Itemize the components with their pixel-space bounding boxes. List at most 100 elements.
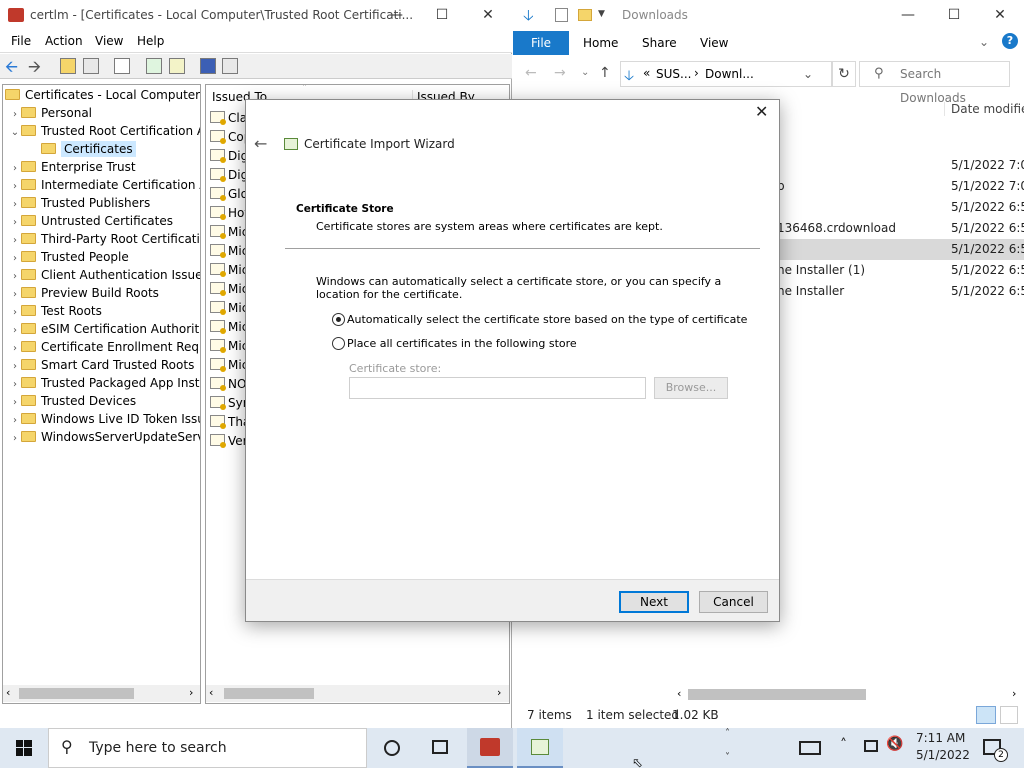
maximize-button[interactable]: ☐ (419, 0, 465, 31)
large-icons-view-button[interactable] (1000, 706, 1018, 724)
taskbar-time[interactable]: 7:11 AM (916, 731, 965, 745)
taskbar-scroll-up-icon[interactable]: ˄ (725, 728, 730, 739)
tree-item[interactable]: ⌄ Trusted Root Certification Au (9, 122, 200, 142)
tree-horizontal-scrollbar[interactable]: ‹ › (3, 685, 200, 702)
scroll-left-icon[interactable]: ‹ (209, 686, 213, 699)
explorer-scroll-thumb[interactable] (688, 689, 866, 700)
show-hidden-icons-icon[interactable]: ˄ (840, 737, 847, 753)
scroll-left-icon[interactable]: ‹ (677, 687, 681, 700)
expand-chevron-icon[interactable]: › (9, 430, 21, 448)
certificate-list-row[interactable]: NO (210, 375, 246, 394)
taskbar-search-box[interactable]: ⚲ Type here to search (48, 728, 367, 768)
breadcrumb-user[interactable]: SUS... (656, 67, 691, 81)
cortana-circle-icon[interactable] (384, 740, 400, 756)
tree-item[interactable]: › Trusted People (9, 248, 129, 266)
expand-chevron-icon[interactable]: ⌄ (9, 124, 21, 142)
certificate-list-row[interactable]: Mic (210, 223, 248, 242)
tree-item[interactable]: › Certificate Enrollment Reque (9, 338, 200, 356)
breadcrumb-overflow-icon[interactable]: « (643, 66, 650, 80)
column-header-date-modified[interactable]: Date modified (944, 102, 1024, 116)
certificate-list-row[interactable]: Cla (210, 109, 247, 128)
auto-select-radio[interactable] (332, 313, 345, 326)
ribbon-tab-share[interactable]: Share (642, 36, 677, 50)
list-horizontal-scrollbar[interactable]: ‹ › (206, 685, 509, 702)
tree-item[interactable]: › Trusted Devices (9, 392, 136, 410)
certificate-list-row[interactable]: Ver (210, 432, 248, 451)
tree-item[interactable]: › Client Authentication Issuers (9, 266, 200, 284)
certificate-list-row[interactable]: Mic (210, 356, 248, 375)
ribbon-expand-icon[interactable]: ⌄ (979, 35, 989, 49)
certificate-list-row[interactable]: Mic (210, 337, 248, 356)
tree-item[interactable]: › Third-Party Root Certification (9, 230, 200, 248)
up-folder-icon[interactable] (60, 58, 76, 74)
task-view-icon[interactable] (432, 740, 448, 754)
scroll-right-icon[interactable]: › (189, 686, 193, 699)
breadcrumb-downloads[interactable]: Downl... (705, 67, 754, 81)
explorer-close-button[interactable]: ✕ (977, 0, 1023, 31)
tree-item[interactable]: Certificates - Local Computer (5, 86, 200, 104)
nav-forward-icon[interactable]: → (554, 65, 566, 81)
back-arrow-icon[interactable]: 🡨 (5, 56, 18, 83)
start-windows-icon[interactable] (16, 740, 32, 756)
certificate-list-row[interactable]: Mic (210, 318, 248, 337)
tree-item[interactable]: ›Trusted Packaged App Installa (9, 374, 200, 392)
menu-file[interactable]: File (11, 34, 31, 48)
network-icon[interactable] (864, 740, 878, 752)
details-view-button[interactable] (976, 706, 996, 724)
minimize-button[interactable]: — (373, 0, 419, 31)
input-indicator-icon[interactable] (799, 741, 821, 755)
new-folder-icon[interactable] (578, 9, 592, 21)
scroll-right-icon[interactable]: › (1012, 687, 1016, 700)
properties-check-icon[interactable] (555, 8, 568, 22)
tree-item[interactable]: Certificates (29, 140, 136, 158)
certificate-list-row[interactable]: Glo (210, 185, 248, 204)
refresh-icon[interactable] (146, 58, 162, 74)
certificate-list-row[interactable]: Dig (210, 147, 248, 166)
forward-arrow-icon[interactable]: 🡪 (28, 56, 41, 83)
close-icon[interactable]: ✕ (755, 102, 768, 121)
menu-help[interactable]: Help (137, 34, 164, 48)
action-pane-icon[interactable] (222, 58, 238, 74)
certificate-list-row[interactable]: Mic (210, 280, 248, 299)
auto-select-label[interactable]: Automatically select the certificate sto… (347, 313, 747, 326)
tree-item[interactable]: › Untrusted Certificates (9, 212, 173, 230)
list-scroll-thumb[interactable] (224, 688, 314, 699)
volume-muted-icon[interactable]: 🔇 (886, 736, 903, 752)
certificate-store-field[interactable] (349, 377, 646, 399)
certificate-list-row[interactable]: Mic (210, 299, 248, 318)
tree-item[interactable]: › Enterprise Trust (9, 158, 136, 176)
properties-icon[interactable] (114, 58, 130, 74)
refresh-button[interactable]: ↻ (832, 61, 856, 87)
taskbar-scroll-down-icon[interactable]: ˅ (725, 752, 730, 763)
quick-access-dropdown-icon[interactable]: ▼ (598, 9, 605, 19)
show-hide-tree-icon[interactable] (83, 58, 99, 74)
certificate-list-row[interactable]: Mic (210, 261, 248, 280)
cancel-button[interactable]: Cancel (699, 591, 768, 613)
export-list-icon[interactable] (169, 58, 185, 74)
taskbar-date[interactable]: 5/1/2022 (916, 748, 970, 762)
help-icon[interactable] (200, 58, 216, 74)
close-button[interactable]: ✕ (465, 0, 511, 31)
ribbon-tab-file[interactable]: File (513, 31, 569, 55)
tree-item[interactable]: › Test Roots (9, 302, 102, 320)
taskbar-app-certlm[interactable] (467, 728, 513, 768)
help-question-icon[interactable]: ? (1002, 33, 1018, 49)
wizard-back-icon[interactable]: ← (254, 134, 267, 153)
menu-view[interactable]: View (95, 34, 123, 48)
address-dropdown-icon[interactable]: ⌄ (803, 67, 813, 81)
nav-back-icon[interactable]: ← (525, 65, 537, 81)
nav-up-icon[interactable]: ↑ (599, 65, 611, 81)
search-downloads-input[interactable]: ⚲ Search Downloads (859, 61, 1010, 105)
tree-item[interactable]: › Personal (9, 104, 92, 122)
explorer-minimize-button[interactable]: — (885, 0, 931, 31)
address-field[interactable]: 🡣 « SUS... › Downl... ⌄ (620, 61, 832, 87)
ribbon-tab-view[interactable]: View (700, 36, 728, 50)
tree-item[interactable]: › Trusted Publishers (9, 194, 150, 212)
scroll-right-icon[interactable]: › (497, 686, 501, 699)
explorer-maximize-button[interactable]: ☐ (931, 0, 977, 31)
manual-store-radio[interactable] (332, 337, 345, 350)
tree-item[interactable]: › Windows Live ID Token Issuer (9, 410, 200, 428)
certificate-list-row[interactable]: Mic (210, 242, 248, 261)
menu-action[interactable]: Action (45, 34, 83, 48)
tree-item[interactable]: › Preview Build Roots (9, 284, 159, 302)
